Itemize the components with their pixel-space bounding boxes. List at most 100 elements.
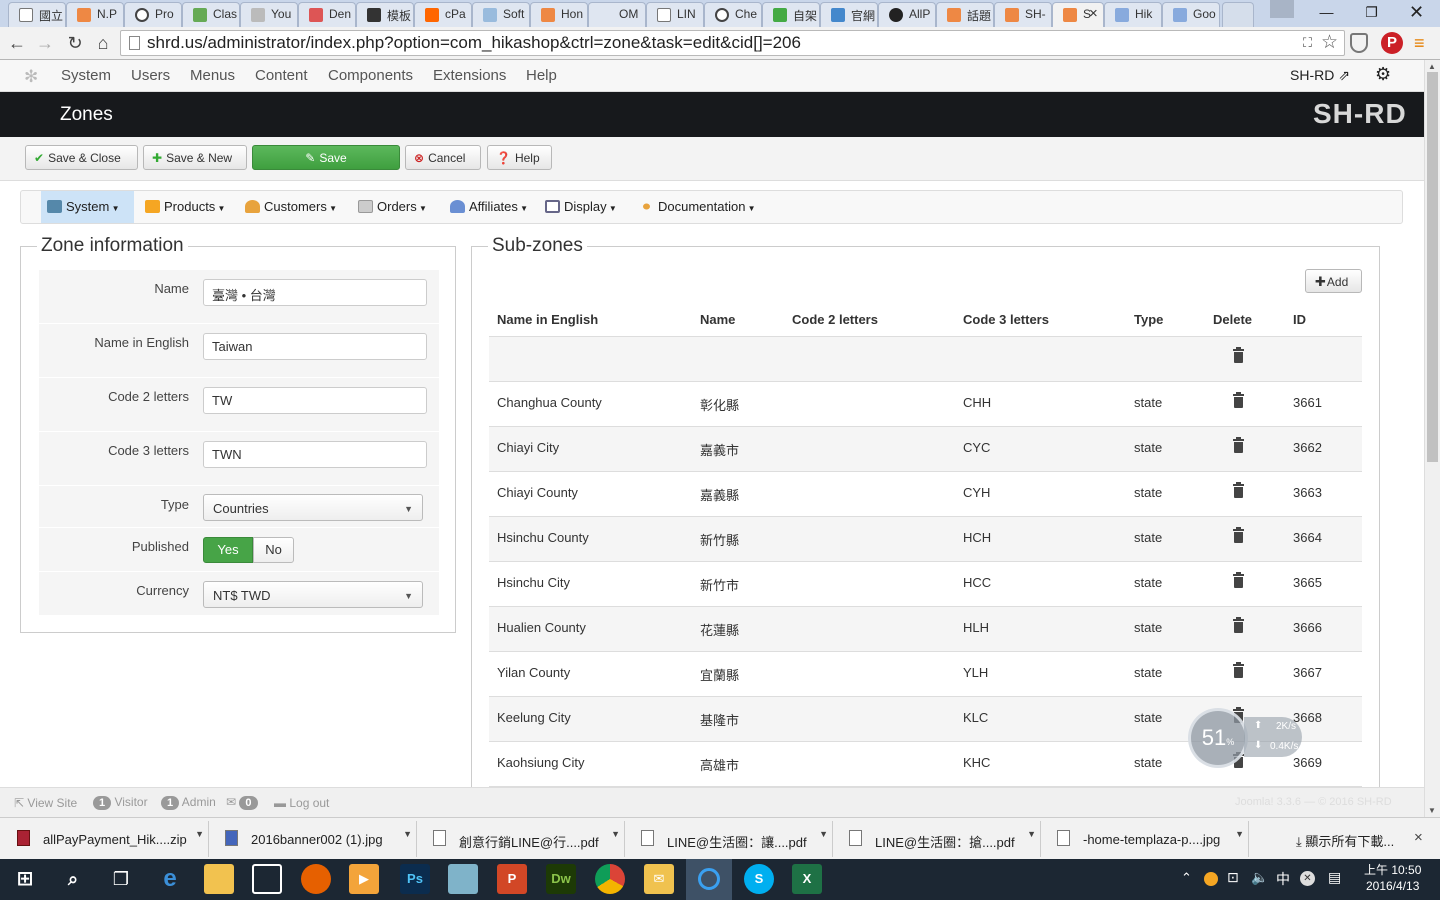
hika-menu-documentation[interactable]: Documentation ▼ — [633, 191, 763, 223]
browser-tab[interactable]: 國立 — [8, 2, 66, 27]
menu-extensions[interactable]: Extensions — [433, 67, 506, 84]
settings-gear-icon[interactable]: ⚙ — [1375, 64, 1391, 85]
browser-tab[interactable]: N.P — [66, 2, 124, 27]
clock[interactable]: 上午 10:50 2016/4/13 — [1364, 862, 1421, 894]
trash-icon[interactable] — [1233, 662, 1244, 678]
browser-tab[interactable]: cPa — [414, 2, 472, 27]
browser-tab[interactable]: OM — [588, 2, 646, 27]
store-icon[interactable] — [252, 864, 282, 894]
scrollbar-thumb[interactable] — [1427, 72, 1438, 462]
visitors-status[interactable]: 1 Visitor — [93, 795, 148, 810]
cell-name-english[interactable]: Hsinchu City — [497, 575, 570, 590]
cell-name-english[interactable]: Chiayi County — [497, 485, 578, 500]
hika-menu-affiliates[interactable]: Affiliates ▼ — [444, 191, 534, 223]
cell-name-english[interactable]: Hualien County — [497, 620, 586, 635]
file-explorer-icon[interactable] — [204, 864, 234, 894]
cell-name-english[interactable]: Kaohsiung City — [497, 755, 584, 770]
download-item[interactable]: allPayPayment_Hik....zip ▼ — [3, 821, 209, 857]
page-info-icon[interactable] — [129, 36, 140, 50]
menu-components[interactable]: Components — [328, 67, 413, 84]
site-link[interactable]: SH-RD ⇗ — [1290, 67, 1350, 84]
back-icon[interactable]: ← — [6, 31, 28, 55]
code3-input[interactable]: TWN — [203, 441, 427, 468]
app-icon[interactable] — [448, 864, 478, 894]
browser-tab[interactable]: 話題 — [936, 2, 994, 27]
browser-tab[interactable]: Clas — [182, 2, 240, 27]
download-item[interactable]: LINE@生活圈：讓....pdf ▼ — [627, 821, 833, 857]
currency-select[interactable]: NT$ TWD ▼ — [203, 581, 423, 608]
tray-app-icon[interactable] — [1204, 872, 1218, 886]
browser-tab[interactable]: You — [240, 2, 298, 27]
chevron-down-icon[interactable]: ▼ — [403, 829, 412, 839]
menu-menus[interactable]: Menus — [190, 67, 235, 84]
hika-menu-display[interactable]: Display ▼ — [539, 191, 623, 223]
chevron-down-icon[interactable]: ▼ — [1027, 829, 1036, 839]
maximize-icon[interactable]: ❐ — [1349, 0, 1394, 24]
tray-close-icon[interactable]: ✕ — [1300, 871, 1315, 886]
browser-tab[interactable]: Pro — [124, 2, 182, 27]
cell-name-english[interactable]: Keelung City — [497, 710, 571, 725]
browser-tab[interactable]: Soft — [472, 2, 530, 27]
messages-status[interactable]: ✉ 0 — [226, 795, 258, 810]
user-profile-icon[interactable] — [1270, 0, 1294, 18]
name-input[interactable]: 臺灣 • 台灣 — [203, 279, 427, 306]
chevron-down-icon[interactable]: ▼ — [611, 829, 620, 839]
download-item[interactable]: 2016banner002 (1).jpg ▼ — [211, 821, 417, 857]
mail-app-icon[interactable]: ✉ — [644, 864, 674, 894]
published-no-toggle[interactable]: No — [253, 537, 294, 563]
trash-icon[interactable] — [1233, 572, 1244, 588]
name-english-input[interactable]: Taiwan — [203, 333, 427, 360]
help-button[interactable]: ❓ Help — [487, 145, 552, 170]
dreamweaver-icon[interactable]: Dw — [546, 864, 576, 894]
chevron-down-icon[interactable]: ▼ — [819, 829, 828, 839]
edge-icon[interactable]: e — [155, 864, 185, 894]
add-subzone-button[interactable]: ✚Add — [1305, 269, 1362, 293]
firefox-icon[interactable] — [301, 864, 331, 894]
menu-help[interactable]: Help — [526, 67, 557, 84]
show-all-downloads-link[interactable]: ⤓ 顯示所有下載... — [1296, 831, 1394, 850]
trash-icon[interactable] — [1233, 392, 1244, 408]
page-scrollbar[interactable]: ▲ ▼ — [1424, 60, 1440, 817]
code2-input[interactable]: TW — [203, 387, 427, 414]
browser-tab[interactable]: AllP — [878, 2, 936, 27]
download-item[interactable]: -home-templaza-p....jpg ▼ — [1043, 821, 1249, 857]
task-view-icon[interactable]: ❐ — [106, 864, 136, 894]
close-window-icon[interactable]: ✕ — [1394, 0, 1439, 24]
scroll-up-icon[interactable]: ▲ — [1428, 62, 1436, 71]
hika-menu-orders[interactable]: Orders ▼ — [352, 191, 432, 223]
scroll-down-icon[interactable]: ▼ — [1428, 806, 1436, 815]
hika-menu-system[interactable]: System ▼ — [41, 191, 134, 223]
powerpoint-icon[interactable]: P — [497, 864, 527, 894]
shield-extension-icon[interactable] — [1350, 33, 1368, 53]
published-yes-toggle[interactable]: Yes — [203, 537, 253, 563]
media-player-icon[interactable]: ▶ — [349, 864, 379, 894]
view-site-link[interactable]: ⇱ View Site — [14, 796, 77, 810]
hika-menu-products[interactable]: Products ▼ — [139, 191, 235, 223]
cell-name-english[interactable]: Hsinchu County — [497, 530, 589, 545]
cancel-button[interactable]: ⊗ Cancel — [405, 145, 481, 170]
show-hidden-icons[interactable]: ⌃ — [1181, 870, 1192, 886]
forward-icon[interactable]: → — [34, 31, 56, 55]
menu-system[interactable]: System — [61, 67, 111, 84]
pinterest-icon[interactable]: P — [1381, 32, 1403, 54]
save-close-button[interactable]: ✔ Save & Close — [25, 145, 138, 170]
save-button[interactable]: ✎ Save — [252, 145, 400, 170]
skype-icon[interactable]: S — [744, 864, 774, 894]
download-item[interactable]: LINE@生活圈：搶....pdf ▼ — [835, 821, 1041, 857]
reload-icon[interactable]: ↻ — [64, 31, 86, 55]
search-icon[interactable]: ⌕ — [58, 864, 88, 894]
logout-link[interactable]: ▬ Log out — [274, 796, 329, 810]
browser-tab[interactable]: Che — [704, 2, 762, 27]
translate-icon[interactable]: ⛶ — [1303, 35, 1312, 51]
browser-tab[interactable]: 模板 — [356, 2, 414, 27]
save-new-button[interactable]: ✚ Save & New — [143, 145, 247, 170]
hika-menu-customers[interactable]: Customers ▼ — [239, 191, 341, 223]
cell-name-english[interactable]: Changhua County — [497, 395, 602, 410]
browser-tab[interactable]: Goo — [1162, 2, 1220, 27]
browser-tab[interactable]: Hik — [1104, 2, 1162, 27]
trash-icon[interactable] — [1233, 617, 1244, 633]
active-app-icon[interactable] — [686, 859, 732, 900]
close-downloads-icon[interactable]: × — [1414, 829, 1423, 846]
trash-icon[interactable] — [1233, 482, 1244, 498]
menu-content[interactable]: Content — [255, 67, 308, 84]
